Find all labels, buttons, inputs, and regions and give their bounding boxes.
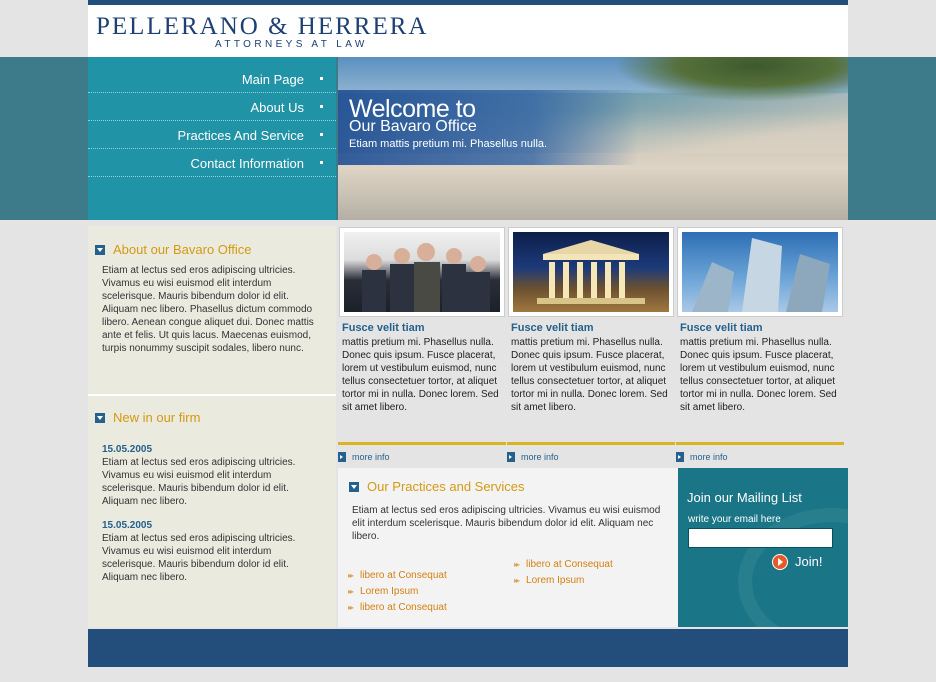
news-date: 15.05.2005 bbox=[102, 520, 153, 531]
feature-photo-people bbox=[339, 227, 505, 317]
feature-title: Fusce velit tiam bbox=[511, 322, 594, 334]
feature-title: Fusce velit tiam bbox=[342, 322, 425, 334]
join-button[interactable]: Join! bbox=[772, 554, 822, 570]
news-date: 15.05.2005 bbox=[102, 444, 153, 455]
feature-title: Fusce velit tiam bbox=[680, 322, 763, 334]
more-info-link[interactable]: more info bbox=[507, 452, 559, 462]
triangle-bullet-icon: ▸▸ bbox=[514, 560, 520, 569]
logo-tagline: ATTORNEYS AT LAW bbox=[215, 39, 368, 50]
email-input[interactable] bbox=[688, 528, 833, 548]
nav-item-label: Contact Information bbox=[190, 156, 304, 171]
practice-link[interactable]: ▸▸ libero at Consequat bbox=[348, 602, 447, 613]
more-info-label: more info bbox=[352, 452, 390, 462]
skyscraper-shapes bbox=[692, 238, 830, 312]
practice-link-label: libero at Consequat bbox=[360, 570, 447, 581]
practice-link-label: libero at Consequat bbox=[526, 559, 613, 570]
practice-link-label: Lorem Ipsum bbox=[360, 586, 419, 597]
practice-link[interactable]: ▸▸ Lorem Ipsum bbox=[514, 575, 584, 586]
left-column: About our Bavaro Office Etiam at lectus … bbox=[88, 226, 336, 627]
courthouse-columns bbox=[537, 240, 645, 304]
news-heading: New in our firm bbox=[95, 410, 200, 425]
arrow-down-icon bbox=[349, 482, 359, 492]
feature-divider bbox=[676, 442, 844, 445]
hero-banner: Welcome to Our Bavaro Office Etiam matti… bbox=[338, 57, 848, 220]
triangle-bullet-icon: ▸▸ bbox=[348, 587, 354, 596]
courthouse-image bbox=[513, 232, 669, 312]
news-text: Etiam at lectus sed eros adipiscing ultr… bbox=[102, 457, 296, 507]
bullet-icon bbox=[320, 161, 323, 164]
feature-divider bbox=[507, 442, 675, 445]
hero-subtitle: Our Bavaro Office bbox=[349, 118, 477, 135]
arrow-right-icon bbox=[507, 452, 515, 462]
practices-text: Etiam at lectus sed eros adipiscing ultr… bbox=[352, 505, 661, 542]
more-info-label: more info bbox=[521, 452, 559, 462]
practice-link-label: Lorem Ipsum bbox=[526, 575, 585, 586]
footer bbox=[88, 629, 848, 667]
email-label: write your email here bbox=[688, 514, 781, 525]
triangle-bullet-icon: ▸▸ bbox=[514, 576, 520, 585]
practice-link[interactable]: ▸▸ Lorem Ipsum bbox=[348, 586, 418, 597]
nav-item-practices[interactable]: Practices And Service bbox=[88, 121, 336, 149]
arrow-right-icon bbox=[338, 452, 346, 462]
practice-link[interactable]: ▸▸ libero at Consequat bbox=[514, 559, 613, 570]
arrow-down-icon bbox=[95, 245, 105, 255]
bullet-icon bbox=[320, 77, 323, 80]
arrow-circle-icon bbox=[772, 554, 788, 570]
news-heading-text: New in our firm bbox=[113, 410, 201, 425]
practices-heading-text: Our Practices and Services bbox=[367, 479, 525, 494]
more-info-link[interactable]: more info bbox=[676, 452, 728, 462]
nav-item-about-us[interactable]: About Us bbox=[88, 93, 336, 121]
feature-photo-courthouse bbox=[508, 227, 674, 317]
practice-link[interactable]: ▸▸ libero at Consequat bbox=[348, 570, 447, 581]
nav-item-label: Practices And Service bbox=[177, 128, 304, 143]
join-label: Join! bbox=[795, 554, 823, 569]
nav-item-label: About Us bbox=[250, 100, 304, 115]
nav-item-contact[interactable]: Contact Information bbox=[88, 149, 336, 177]
practice-link-label: libero at Consequat bbox=[360, 602, 447, 613]
arrow-down-icon bbox=[95, 413, 105, 423]
people-silhouettes bbox=[362, 243, 490, 312]
about-text: Etiam at lectus sed eros adipiscing ultr… bbox=[102, 265, 314, 354]
skyscrapers-image bbox=[682, 232, 838, 312]
triangle-bullet-icon: ▸▸ bbox=[348, 571, 354, 580]
hero-trees bbox=[618, 57, 848, 101]
more-info-link[interactable]: more info bbox=[338, 452, 390, 462]
more-info-label: more info bbox=[690, 452, 728, 462]
feature-text: mattis pretium mi. Phasellus nulla. Done… bbox=[342, 337, 499, 413]
business-team-image bbox=[344, 232, 500, 312]
practices-section: Our Practices and Services Etiam at lect… bbox=[338, 468, 678, 627]
bullet-icon bbox=[320, 133, 323, 136]
feature-photo-skyscrapers bbox=[677, 227, 843, 317]
bullet-icon bbox=[320, 105, 323, 108]
news-text: Etiam at lectus sed eros adipiscing ultr… bbox=[102, 533, 296, 583]
triangle-bullet-icon: ▸▸ bbox=[348, 603, 354, 612]
mailing-heading: Join our Mailing List bbox=[687, 490, 802, 505]
divider bbox=[88, 394, 336, 396]
about-heading-text: About our Bavaro Office bbox=[113, 242, 252, 257]
logo-name[interactable]: PELLERANO & HERRERA bbox=[96, 14, 428, 40]
hero-tagline: Etiam mattis pretium mi. Phasellus nulla… bbox=[349, 138, 548, 150]
practices-heading: Our Practices and Services bbox=[349, 479, 525, 494]
header: PELLERANO & HERRERA ATTORNEYS AT LAW bbox=[88, 5, 848, 57]
main-nav: Main Page About Us Practices And Service… bbox=[88, 57, 336, 220]
nav-item-main-page[interactable]: Main Page bbox=[88, 65, 336, 93]
feature-divider bbox=[338, 442, 506, 445]
about-heading: About our Bavaro Office bbox=[95, 242, 252, 257]
feature-text: mattis pretium mi. Phasellus nulla. Done… bbox=[680, 337, 837, 413]
arrow-right-icon bbox=[676, 452, 684, 462]
page: PELLERANO & HERRERA ATTORNEYS AT LAW Mai… bbox=[88, 0, 848, 682]
nav-item-label: Main Page bbox=[241, 72, 304, 87]
feature-text: mattis pretium mi. Phasellus nulla. Done… bbox=[511, 337, 668, 413]
mailing-list-box: Join our Mailing List write your email h… bbox=[678, 468, 848, 627]
